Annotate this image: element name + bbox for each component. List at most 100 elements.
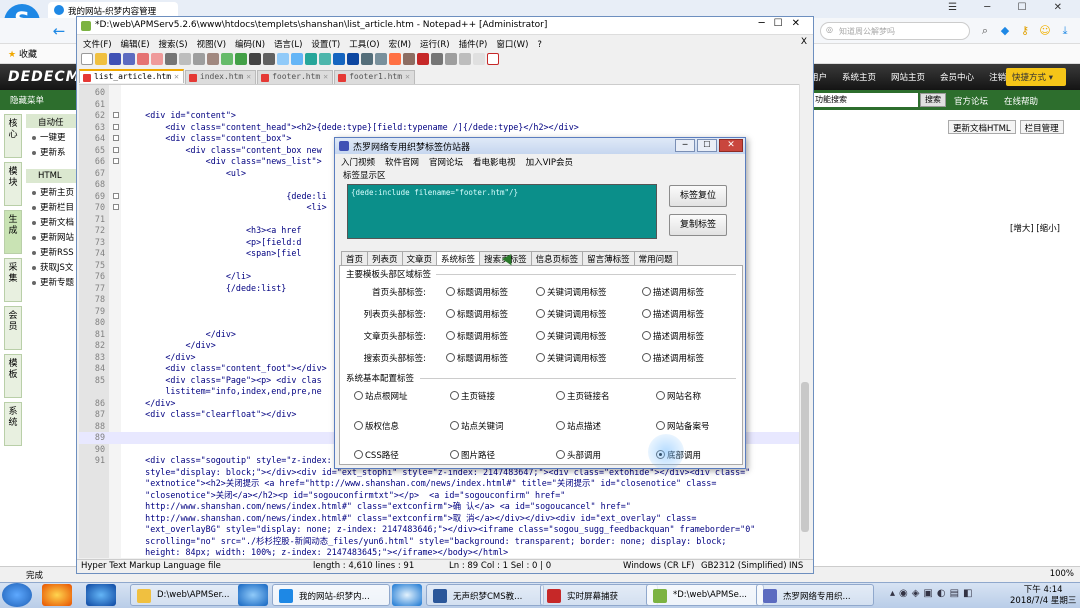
- vnav-item[interactable]: 核心: [4, 114, 22, 158]
- code-line[interactable]: 60: [79, 87, 799, 99]
- vnav-item[interactable]: 模块: [4, 162, 22, 206]
- side-item[interactable]: 更新RSS: [26, 246, 78, 261]
- tab-close-icon[interactable]: ✕: [246, 72, 251, 81]
- sync-h-icon[interactable]: [319, 53, 331, 65]
- dialog-minimize-button[interactable]: ─: [675, 139, 695, 152]
- side-item[interactable]: 更新专题: [26, 276, 78, 291]
- tab-close-icon[interactable]: ✕: [405, 72, 410, 81]
- taskbar-task[interactable]: 我的网站-织梦内...: [272, 584, 390, 606]
- radio-option[interactable]: 描述调用标签: [642, 330, 704, 342]
- save-macro-icon[interactable]: [473, 53, 485, 65]
- side-group-title[interactable]: 自动任: [26, 114, 78, 128]
- wrap-icon[interactable]: [333, 53, 345, 65]
- fold-toggle-icon[interactable]: [113, 146, 119, 153]
- taskbar-task[interactable]: 无声织梦CMS教...: [426, 584, 544, 606]
- ie-icon[interactable]: [86, 584, 116, 606]
- fold-toggle-icon[interactable]: [113, 112, 119, 118]
- new-file-icon[interactable]: [81, 53, 93, 65]
- zoom-level[interactable]: 100%: [1050, 569, 1074, 579]
- save-all-icon[interactable]: [123, 53, 135, 65]
- radio-option[interactable]: 关键词调用标签: [536, 286, 607, 298]
- radio-option[interactable]: 描述调用标签: [642, 308, 704, 320]
- radio-option[interactable]: 版权信息: [354, 420, 399, 432]
- topnav-item[interactable]: 网站主页: [891, 73, 925, 83]
- print-icon[interactable]: [165, 53, 177, 65]
- side-item[interactable]: 获取JS文: [26, 261, 78, 276]
- menu-search[interactable]: 搜索(S): [159, 40, 188, 50]
- radio-option[interactable]: 描述调用标签: [642, 352, 704, 364]
- browser-search-input[interactable]: 知道周公解梦吗: [820, 22, 970, 40]
- menu-edit[interactable]: 编辑(E): [121, 40, 150, 50]
- size-buttons[interactable]: [增大] [缩小]: [1010, 222, 1060, 234]
- dialog-menu-item[interactable]: 官网论坛: [429, 158, 463, 168]
- topnav-item[interactable]: 会员中心: [940, 73, 974, 83]
- topnav-item[interactable]: 注销: [989, 73, 1006, 83]
- system-tray-icons[interactable]: ▴◉◈▣◐▤◧: [890, 588, 977, 599]
- back-arrow-icon[interactable]: ←: [50, 22, 68, 40]
- code-line[interactable]: 63 <div class="content_head"><h2>{dede:t…: [79, 122, 799, 134]
- key-icon[interactable]: ⚷: [1018, 24, 1032, 38]
- code-line[interactable]: 62 <div id="content">: [79, 110, 799, 122]
- menu-help[interactable]: ?: [537, 40, 542, 50]
- dialog-menu-item[interactable]: 入门视频: [341, 158, 375, 168]
- copy-icon[interactable]: [193, 53, 205, 65]
- menu-tools[interactable]: 工具(O): [349, 40, 379, 50]
- copy-tag-button[interactable]: 复制标签: [669, 214, 727, 236]
- media-player-icon[interactable]: [42, 584, 72, 606]
- search-icon[interactable]: ⌕: [978, 24, 992, 38]
- folder-ws-icon[interactable]: [403, 53, 415, 65]
- browser-window-controls[interactable]: ☰ ─ ☐ ✕: [948, 2, 1074, 16]
- side-item[interactable]: 更新系: [26, 146, 78, 161]
- dialog-tab[interactable]: 留言薄标签: [582, 251, 635, 265]
- fold-toggle-icon[interactable]: [113, 204, 119, 210]
- radio-option[interactable]: 主页链接名: [556, 390, 610, 402]
- code-line[interactable]: http://www.shanshan.com/news/index.html#…: [79, 501, 799, 513]
- taskbar-task[interactable]: 杰罗网络专用织...: [756, 584, 874, 606]
- radio-option[interactable]: 头部调用: [556, 449, 601, 461]
- dialog-maximize-button[interactable]: ☐: [697, 139, 717, 152]
- radio-option[interactable]: 站点关键词: [450, 420, 504, 432]
- vnav-item[interactable]: 系统: [4, 402, 22, 446]
- record-macro-icon[interactable]: [417, 53, 429, 65]
- radio-option[interactable]: 标题调用标签: [446, 308, 508, 320]
- dialog-tab[interactable]: 首页: [341, 251, 369, 265]
- start-button-icon[interactable]: [2, 583, 32, 607]
- indent-guide-icon[interactable]: [361, 53, 373, 65]
- open-file-icon[interactable]: [95, 53, 107, 65]
- code-line[interactable]: 61: [79, 99, 799, 111]
- file-tab[interactable]: list_article.htm ✕: [79, 69, 184, 83]
- func-list-icon[interactable]: [389, 53, 401, 65]
- menu-view[interactable]: 视图(V): [197, 40, 226, 50]
- dialog-tab[interactable]: 信息页标签: [530, 251, 584, 265]
- fold-toggle-icon[interactable]: [113, 123, 119, 130]
- function-search-input[interactable]: 功能搜索: [812, 93, 918, 107]
- spellcheck-icon[interactable]: [487, 53, 499, 65]
- category-manage-button[interactable]: 栏目管理: [1019, 120, 1064, 134]
- side-item[interactable]: 一键更: [26, 131, 78, 146]
- tag-output-textarea[interactable]: {dede:include filename="footer.htm"/}: [347, 184, 657, 239]
- file-tab[interactable]: footer1.htm ✕: [334, 70, 415, 84]
- dialog-tab-active[interactable]: 系统标签: [436, 251, 481, 265]
- radio-option[interactable]: CSS路径: [354, 449, 399, 461]
- file-tab[interactable]: footer.htm ✕: [257, 70, 334, 84]
- menu-run[interactable]: 运行(R): [420, 40, 450, 50]
- help-link[interactable]: 在线帮助: [1004, 97, 1038, 107]
- vnav-item[interactable]: 会员: [4, 306, 22, 350]
- smile-icon[interactable]: ☺: [1038, 24, 1052, 38]
- zoom-out-icon[interactable]: [291, 53, 303, 65]
- find-icon[interactable]: [249, 53, 261, 65]
- radio-option[interactable]: 图片路径: [450, 449, 495, 461]
- radio-option[interactable]: 站点描述: [556, 420, 601, 432]
- menu-settings[interactable]: 设置(T): [311, 40, 340, 50]
- dialog-menu-item[interactable]: 加入VIP会员: [526, 158, 573, 168]
- doc-map-icon[interactable]: [375, 53, 387, 65]
- npp-window-controls[interactable]: ─☐✕: [759, 18, 809, 29]
- code-line[interactable]: "extnotice"><h2>关闭提示 <a href="http://www…: [79, 478, 799, 490]
- menu-window[interactable]: 窗口(W): [496, 40, 528, 50]
- menu-close-button[interactable]: X: [801, 37, 807, 47]
- dialog-menu-item[interactable]: 看电影电视: [473, 158, 516, 168]
- code-line[interactable]: scrolling="no" src="./杉杉控股-新闻动态_files/yu…: [79, 536, 799, 548]
- radio-option[interactable]: 关键词调用标签: [536, 308, 607, 320]
- taskbar-task[interactable]: D:\web\APMSer...: [130, 584, 248, 606]
- fold-toggle-icon[interactable]: [113, 158, 119, 164]
